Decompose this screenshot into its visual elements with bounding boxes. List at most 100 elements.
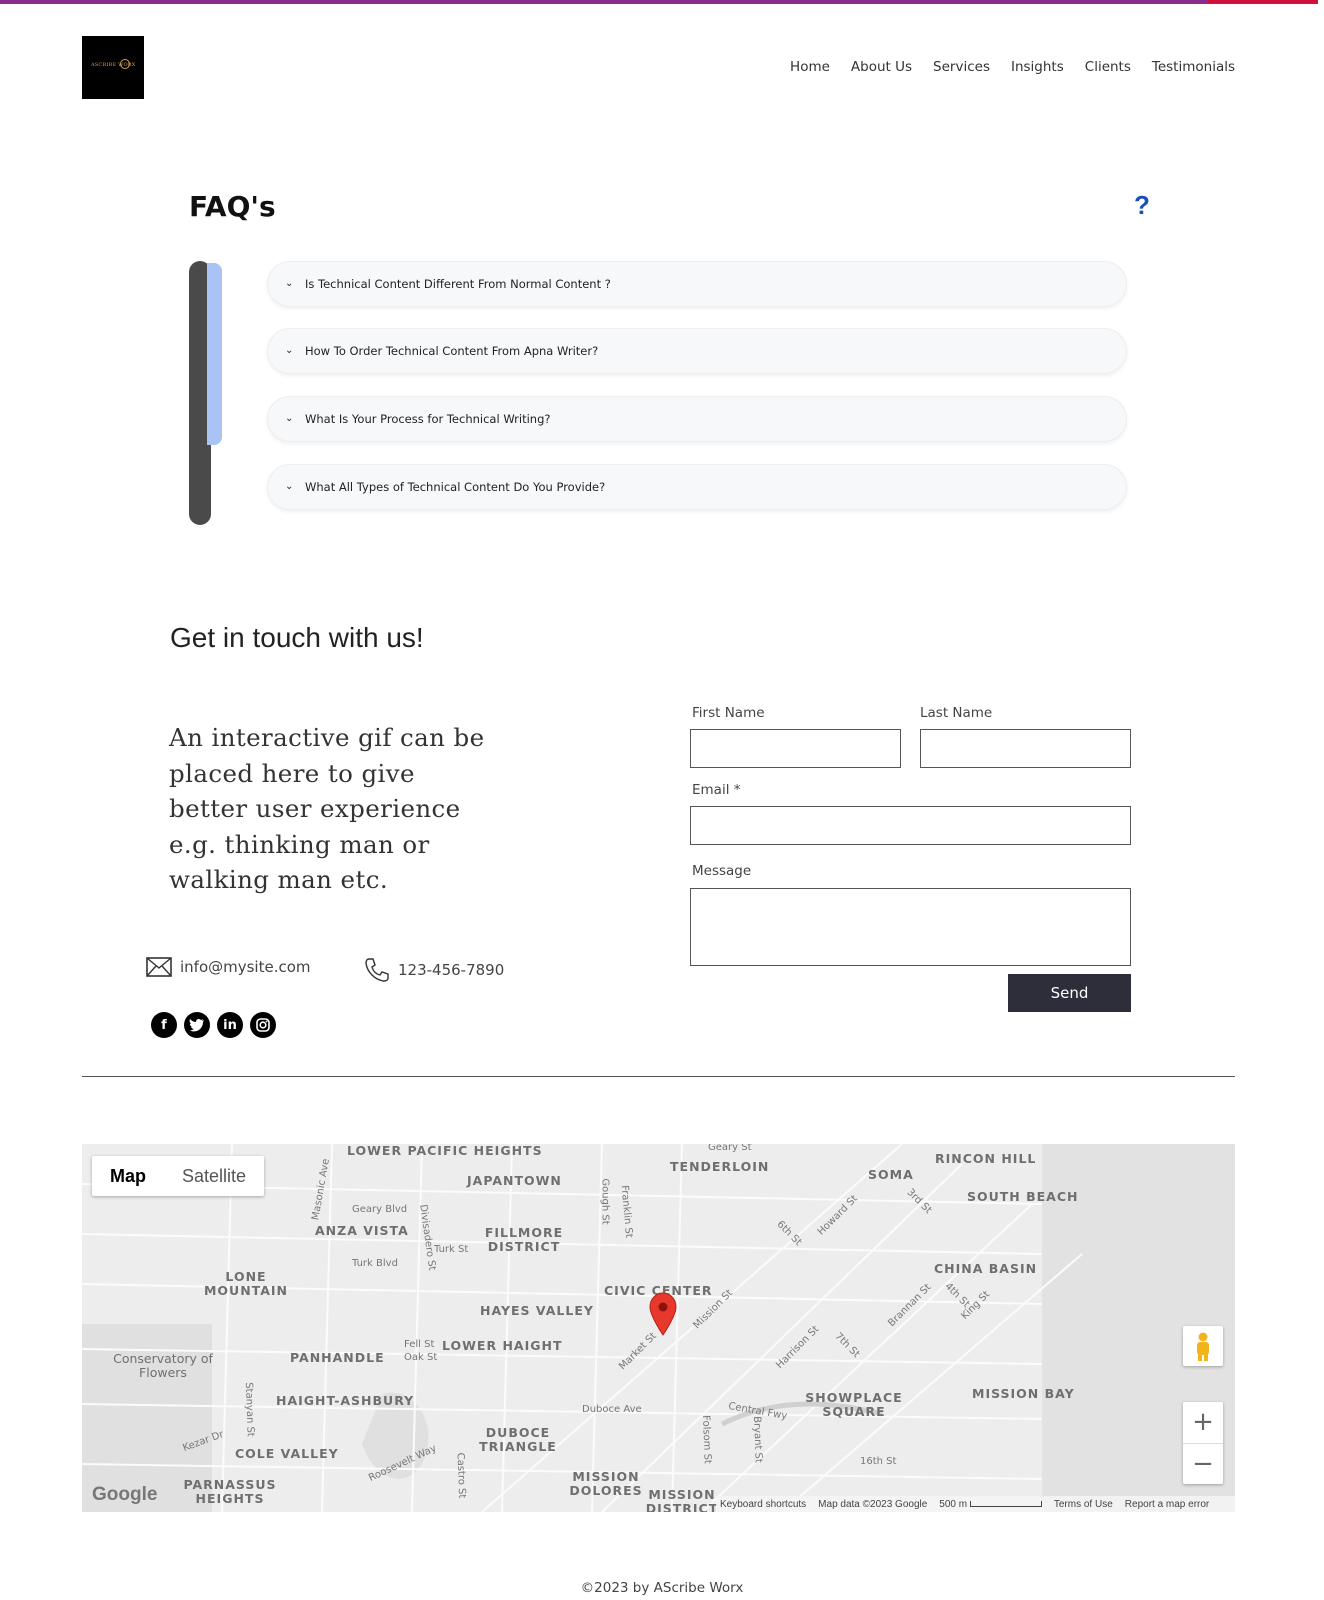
map-label: SOMA xyxy=(868,1167,914,1182)
map-label: COLE VALLEY xyxy=(235,1446,339,1461)
map-label: SOUTH BEACH xyxy=(967,1189,1079,1204)
faq-title: FAQ's xyxy=(189,190,276,223)
site-logo[interactable]: ASCRIBE WORX xyxy=(82,36,144,99)
email-label: Email * xyxy=(692,782,741,798)
map-label: SHOWPLACE SQUARE xyxy=(805,1390,903,1419)
map-label: LONE MOUNTAIN xyxy=(203,1269,289,1298)
map-street: Turk Blvd xyxy=(352,1258,398,1269)
last-name-label: Last Name xyxy=(920,705,993,721)
google-logo: Google xyxy=(92,1484,158,1505)
pegman-icon xyxy=(1197,1332,1209,1361)
map-footer: Keyboard shortcuts Map data ©2023 Google… xyxy=(716,1496,1235,1512)
map-street: Duboce Ave xyxy=(582,1404,642,1415)
map-street: Fell St xyxy=(404,1339,435,1350)
terms-of-use-link[interactable]: Terms of Use xyxy=(1054,1499,1113,1510)
map-label: LOWER PACIFIC HEIGHTS xyxy=(347,1144,543,1158)
map-scale[interactable]: 500 m xyxy=(939,1499,1042,1510)
map-label: MISSION DOLORES xyxy=(569,1469,643,1498)
report-map-error-link[interactable]: Report a map error xyxy=(1125,1499,1209,1510)
scroll-rail[interactable] xyxy=(1318,0,1324,1600)
map-street: Castro St xyxy=(454,1452,468,1499)
chevron-down-icon: ⌄ xyxy=(285,345,294,356)
map-label: TENDERLOIN xyxy=(670,1159,770,1174)
question-mark-icon: ? xyxy=(1134,190,1150,220)
email-text: info@mysite.com xyxy=(180,958,311,976)
main-nav: Home About Us Services Insights Clients … xyxy=(769,59,1235,75)
map-label: HAIGHT-ASHBURY xyxy=(276,1393,415,1408)
map-type-satellite[interactable]: Satellite xyxy=(164,1156,264,1196)
zoom-in-button[interactable]: + xyxy=(1183,1402,1223,1444)
send-button[interactable]: Send xyxy=(1008,974,1131,1012)
chevron-down-icon: ⌄ xyxy=(285,278,294,289)
phone-text: 123-456-7890 xyxy=(398,961,505,979)
faq-question: What Is Your Process for Technical Writi… xyxy=(305,412,551,426)
faq-scroll-thumb[interactable] xyxy=(207,263,222,445)
map-label: RINCON HILL xyxy=(935,1151,1037,1166)
message-textarea[interactable] xyxy=(690,888,1131,966)
chevron-down-icon: ⌄ xyxy=(285,481,294,492)
map-street: Geary St xyxy=(708,1144,752,1153)
gear-icon xyxy=(120,59,130,69)
map-type-map[interactable]: Map xyxy=(92,1156,164,1196)
social-links: f in xyxy=(151,1012,276,1038)
last-name-input[interactable] xyxy=(920,729,1131,768)
map-label: FILLMORE DISTRICT xyxy=(484,1225,564,1254)
map-street: Oak St xyxy=(404,1352,438,1363)
map-label: LOWER HAIGHT xyxy=(442,1338,563,1353)
map-street: Folsom St xyxy=(700,1414,713,1465)
first-name-label: First Name xyxy=(692,705,765,721)
nav-clients[interactable]: Clients xyxy=(1085,59,1131,75)
map-label: JAPANTOWN xyxy=(467,1173,562,1188)
faq-question: Is Technical Content Different From Norm… xyxy=(305,277,611,291)
nav-insights[interactable]: Insights xyxy=(1011,59,1064,75)
linkedin-icon[interactable]: in xyxy=(217,1012,243,1038)
map-label: ANZA VISTA xyxy=(315,1223,409,1238)
nav-testimonials[interactable]: Testimonials xyxy=(1152,59,1235,75)
map-label: PANHANDLE xyxy=(290,1350,385,1365)
nav-about-us[interactable]: About Us xyxy=(851,59,912,75)
zoom-controls: + − xyxy=(1183,1402,1223,1484)
section-divider xyxy=(82,1076,1235,1077)
map-street: Gough St xyxy=(599,1178,611,1225)
nav-home[interactable]: Home xyxy=(790,59,830,75)
facebook-icon[interactable]: f xyxy=(151,1012,177,1038)
nav-services[interactable]: Services xyxy=(933,59,990,75)
map-type-toggle: Map Satellite xyxy=(92,1156,265,1196)
map-street: 16th St xyxy=(860,1456,897,1467)
twitter-icon[interactable] xyxy=(184,1012,210,1038)
faq-item[interactable]: ⌄ What All Types of Technical Content Do… xyxy=(267,464,1127,510)
top-accent-red xyxy=(1208,0,1318,3)
google-map[interactable]: LOWER PACIFIC HEIGHTS TENDERLOIN RINCON … xyxy=(82,1144,1235,1512)
faq-item[interactable]: ⌄ Is Technical Content Different From No… xyxy=(267,261,1127,307)
keyboard-shortcuts-link[interactable]: Keyboard shortcuts xyxy=(720,1499,806,1510)
top-accent-line xyxy=(0,0,1324,4)
map-street: Geary Blvd xyxy=(352,1204,408,1215)
map-label: MISSION BAY xyxy=(972,1386,1075,1401)
message-label: Message xyxy=(692,863,752,879)
faq-item[interactable]: ⌄ How To Order Technical Content From Ap… xyxy=(267,328,1127,374)
phone-icon xyxy=(365,958,389,982)
faq-item[interactable]: ⌄ What Is Your Process for Technical Wri… xyxy=(267,396,1127,442)
map-label: CHINA BASIN xyxy=(934,1261,1038,1276)
map-label: HAYES VALLEY xyxy=(480,1303,594,1318)
street-view-pegman[interactable] xyxy=(1183,1326,1223,1366)
first-name-input[interactable] xyxy=(690,729,901,768)
map-label: DUBOCE TRIANGLE xyxy=(479,1425,557,1454)
promo-text: An interactive gif can be placed here to… xyxy=(169,723,485,894)
map-data-attribution: Map data ©2023 Google xyxy=(818,1498,928,1510)
contact-title: Get in touch with us! xyxy=(170,622,424,653)
faq-question: How To Order Technical Content From Apna… xyxy=(305,344,599,358)
envelope-icon xyxy=(146,957,172,977)
zoom-out-button[interactable]: − xyxy=(1183,1444,1223,1485)
instagram-icon[interactable] xyxy=(250,1012,276,1038)
map-pin-icon[interactable] xyxy=(648,1292,678,1336)
chevron-down-icon: ⌄ xyxy=(285,413,294,424)
map-label: Conservatory of Flowers xyxy=(113,1351,213,1380)
map-label: MISSION DISTRICT xyxy=(645,1487,719,1513)
map-street: Stanyan St xyxy=(242,1382,256,1437)
contact-phone[interactable]: 123-456-7890 xyxy=(364,957,504,983)
email-input[interactable] xyxy=(690,806,1131,845)
copyright-text: ©2023 by AScribe Worx xyxy=(580,1580,744,1596)
map-street: Turk St xyxy=(434,1244,469,1255)
contact-email[interactable]: info@mysite.com xyxy=(146,957,311,977)
